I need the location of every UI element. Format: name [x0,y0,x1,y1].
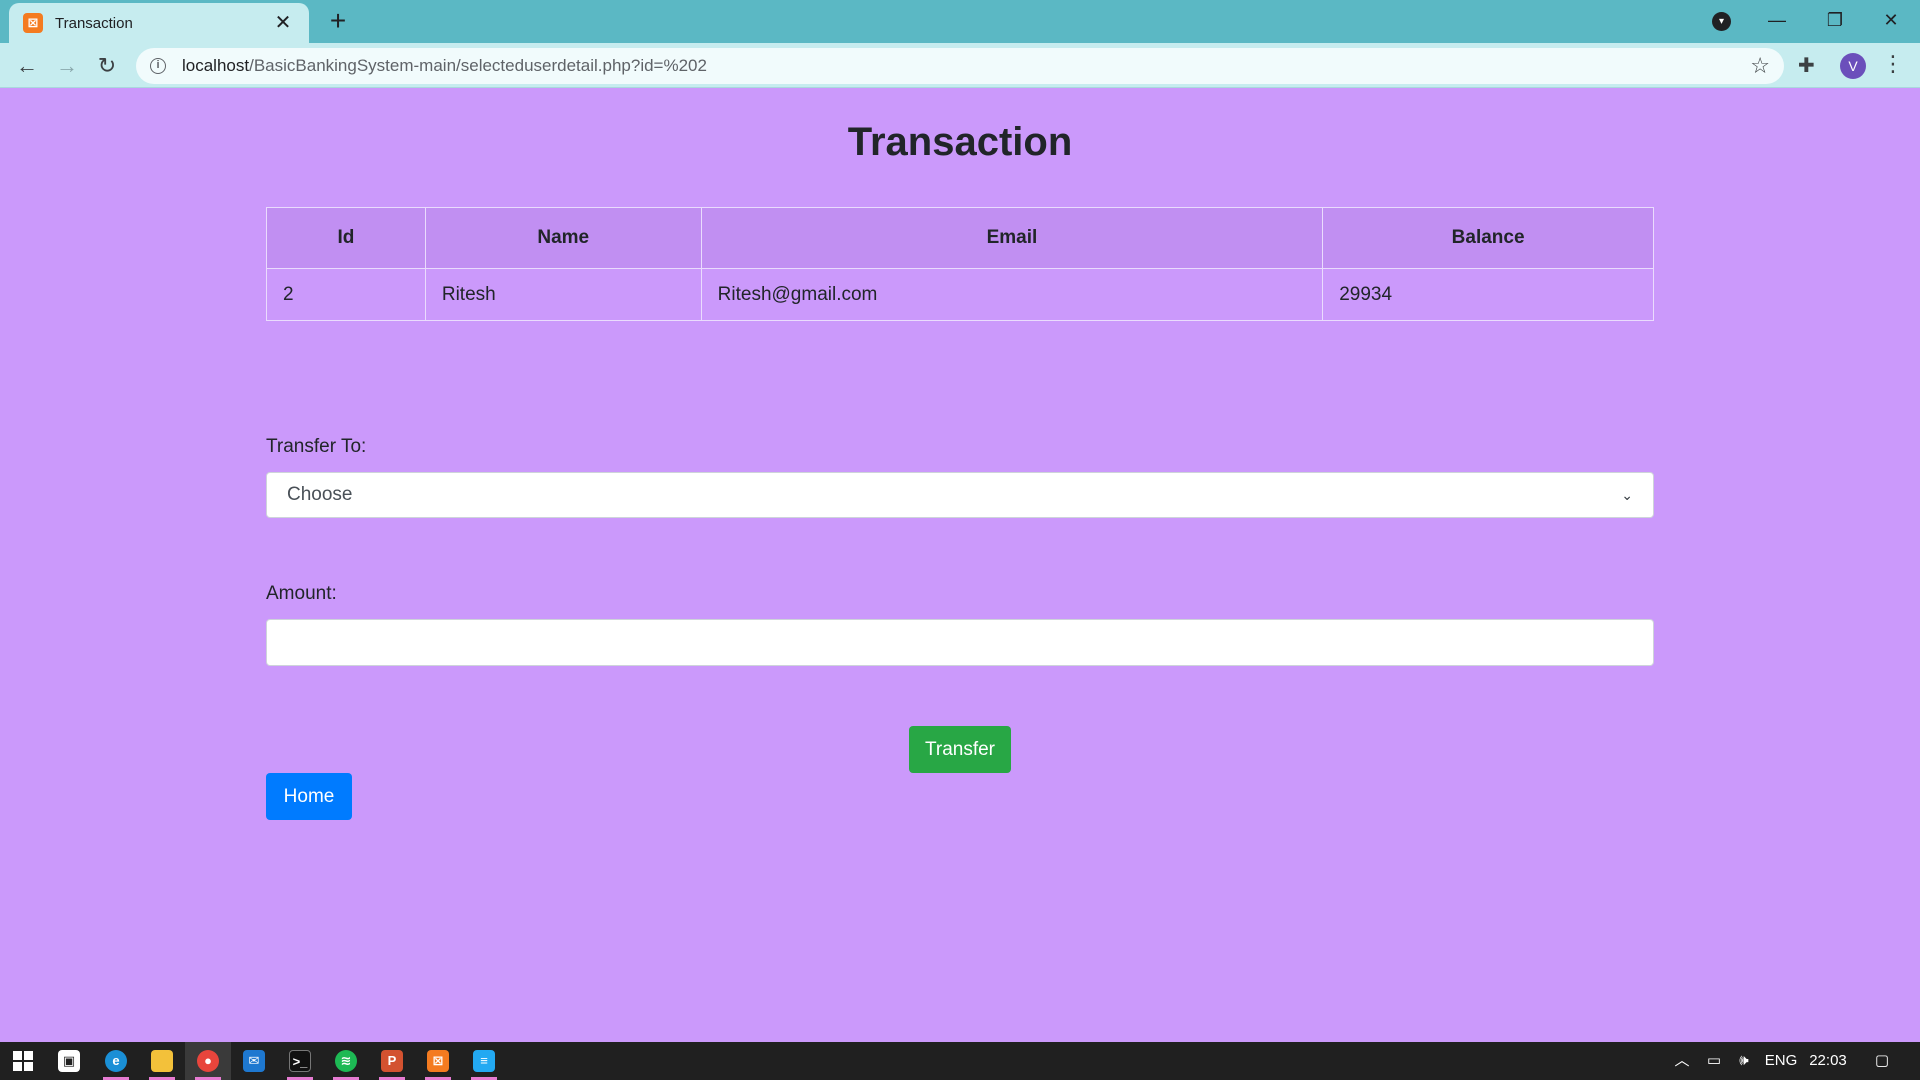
url-path: /BasicBankingSystem-main/selecteduserdet… [249,56,707,75]
mail-icon: ✉ [243,1050,265,1072]
restore-button[interactable]: ❐ [1806,0,1864,40]
column-header-email: Email [700,207,1324,269]
taskbar-spotify[interactable]: ≋ [323,1042,369,1080]
taskbar-chrome[interactable]: ● [185,1042,231,1080]
table-row: 2 Ritesh Ritesh@gmail.com 29934 [266,268,1654,321]
taskbar-mail[interactable]: ✉ [231,1042,277,1080]
taskbar-vscode[interactable]: ≡ [461,1042,507,1080]
start-button[interactable] [0,1042,46,1080]
minimize-button[interactable]: — [1748,0,1806,40]
transfer-to-selected-value: Choose [287,484,353,505]
xampp-icon: ⊠ [427,1050,449,1072]
reload-icon[interactable]: ↻ [90,49,124,83]
cell-balance: 29934 [1322,268,1654,321]
column-header-id: Id [266,207,426,269]
volume-icon[interactable]: 🕪 [1730,1042,1758,1080]
tab-title: Transaction [55,14,133,32]
chrome-icon: ● [197,1050,219,1072]
url-text[interactable]: localhost/BasicBankingSystem-main/select… [182,56,1750,76]
home-button[interactable]: Home [266,773,352,820]
browser-menu-icon[interactable]: ⋮ [1882,51,1904,77]
transfer-to-label: Transfer To: [266,436,367,457]
taskbar-store[interactable]: ▣ [46,1042,92,1080]
file-explorer-icon [151,1050,173,1072]
browser-tab-transaction[interactable]: ⊠ Transaction ✕ [9,3,309,43]
cell-name: Ritesh [424,268,702,321]
xampp-favicon-icon: ⊠ [23,13,43,33]
clock[interactable]: 22:03 [1806,1042,1850,1080]
cell-email: Ritesh@gmail.com [700,268,1324,321]
back-icon[interactable]: ← [10,49,44,83]
battery-icon[interactable]: ▭ [1700,1042,1728,1080]
profile-avatar[interactable]: V [1840,53,1866,79]
taskbar-file-explorer[interactable] [139,1042,185,1080]
cell-id: 2 [266,268,426,321]
site-info-icon[interactable]: i [150,58,166,74]
taskbar-powerpoint[interactable]: P [369,1042,415,1080]
language-indicator[interactable]: ENG [1762,1042,1800,1080]
url-host: localhost [182,56,250,75]
show-hidden-icons-chevron-icon[interactable]: ︿ [1668,1042,1696,1080]
page-title: Transaction [847,120,1073,164]
taskbar-terminal[interactable]: >_ [277,1042,323,1080]
notifications-icon[interactable]: ▢ [1866,1042,1898,1080]
close-window-button[interactable]: ✕ [1862,0,1920,40]
new-tab-button[interactable]: + [323,7,353,37]
browser-tab-bar: ⊠ Transaction ✕ + ▾ — ❐ ✕ [0,0,1920,43]
transfer-button[interactable]: Transfer [909,726,1011,773]
address-bar[interactable]: i localhost/BasicBankingSystem-main/sele… [136,48,1784,84]
taskbar-edge[interactable]: e [93,1042,139,1080]
transfer-to-select[interactable]: Choose ⌄ [266,472,1654,518]
amount-input[interactable] [266,619,1654,666]
amount-label: Amount: [266,583,337,604]
spotify-icon: ≋ [335,1050,357,1072]
edge-icon: e [105,1050,127,1072]
windows-start-icon [13,1051,33,1071]
table-header-row: Id Name Email Balance [266,207,1654,269]
browser-toolbar: ← → ↻ i localhost/BasicBankingSystem-mai… [0,43,1920,88]
tab-close-icon[interactable]: ✕ [271,11,295,35]
terminal-icon: >_ [289,1050,311,1072]
column-header-name: Name [424,207,702,269]
powerpoint-icon: P [381,1050,403,1072]
store-icon: ▣ [58,1050,80,1072]
bookmark-star-icon[interactable]: ☆ [1750,53,1770,79]
extensions-puzzle-icon[interactable]: ✚ [1798,53,1815,78]
tab-search-icon[interactable]: ▾ [1712,12,1731,31]
windows-taskbar: ▣ e ● ✉ >_ ≋ P ⊠ ≡ ︿ ▭ 🕪 ENG 22:03 ▢ [0,1042,1920,1080]
forward-icon[interactable]: → [50,49,84,83]
chevron-down-icon: ⌄ [1621,486,1633,503]
taskbar-xampp[interactable]: ⊠ [415,1042,461,1080]
vscode-icon: ≡ [473,1050,495,1072]
column-header-balance: Balance [1322,207,1654,269]
user-detail-table: Id Name Email Balance 2 Ritesh Ritesh@gm… [266,207,1654,321]
